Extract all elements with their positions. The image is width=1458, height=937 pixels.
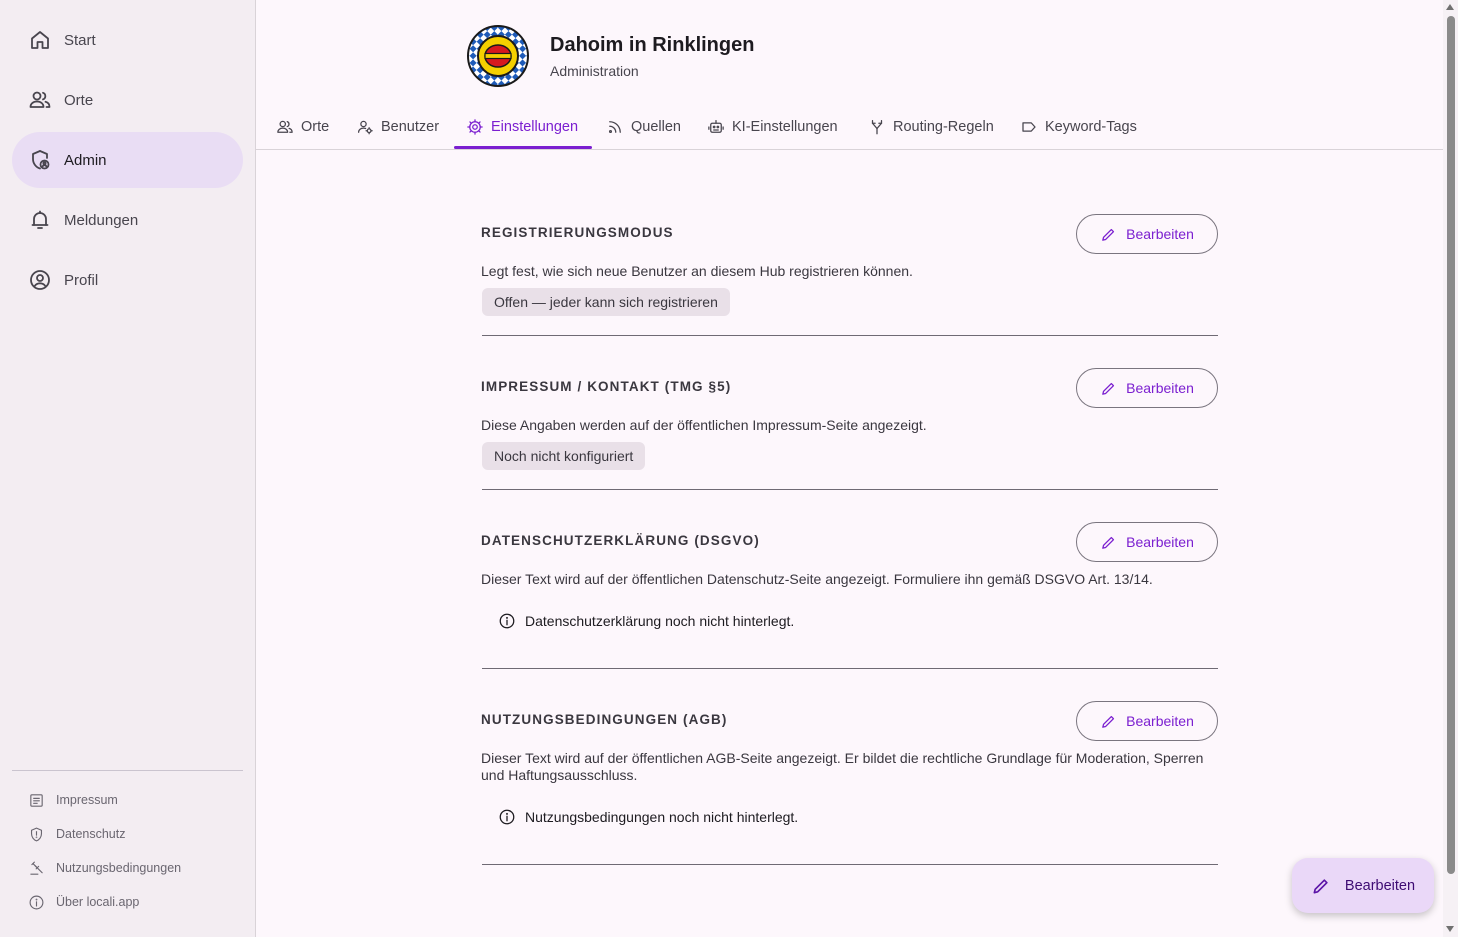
admin-tabs: Orte Benutzer Einstellungen Quellen KI-E…	[256, 104, 1444, 150]
section-nutzungsbedingungen-description: Dieser Text wird auf der öffentlichen AG…	[481, 750, 1204, 783]
edit-button-label: Bearbeiten	[1126, 380, 1194, 396]
shield-icon	[30, 827, 43, 841]
tab-benutzer-label: Benutzer	[381, 119, 440, 135]
gear-icon	[467, 119, 483, 135]
footer-nutzungsbedingungen-label: Nutzungsbedingungen	[56, 861, 182, 875]
robot-icon	[708, 119, 724, 133]
nutzungsbedingungen-info-text: Nutzungsbedingungen noch nicht hinterleg…	[525, 809, 799, 825]
edit-datenschutz-button[interactable]: Bearbeiten	[1076, 522, 1218, 562]
edit-nutzungsbedingungen-button[interactable]: Bearbeiten	[1076, 701, 1218, 741]
nav-profil-label: Profil	[64, 271, 99, 289]
registration-mode-chip: Offen — jeder kann sich registrieren	[482, 288, 730, 316]
pencil-icon	[1102, 536, 1115, 549]
user-manage-icon	[357, 120, 373, 135]
fab-label: Bearbeiten	[1344, 877, 1416, 894]
info-icon	[29, 895, 44, 909]
active-tab-indicator	[454, 146, 592, 149]
footer-impressum-label: Impressum	[56, 793, 118, 807]
people-icon	[29, 91, 51, 108]
nav-orte-label: Orte	[64, 91, 94, 109]
tag-icon	[1022, 122, 1036, 132]
scroll-down-arrow-icon[interactable]	[1446, 926, 1454, 932]
edit-impressum-button[interactable]: Bearbeiten	[1076, 368, 1218, 408]
edit-registrierungsmodus-button[interactable]: Bearbeiten	[1076, 214, 1218, 254]
nutzungsbedingungen-info: Nutzungsbedingungen noch nicht hinterleg…	[498, 808, 798, 826]
home-icon	[31, 31, 49, 49]
nav-admin[interactable]: Admin	[12, 132, 243, 188]
section-impressum-description: Diese Angaben werden auf der öffentliche…	[481, 417, 927, 433]
nav-admin-label: Admin	[64, 151, 107, 169]
hub-subtitle: Administration	[550, 63, 639, 79]
edit-button-label: Bearbeiten	[1126, 534, 1194, 550]
footer-link-impressum[interactable]: Impressum	[28, 790, 118, 810]
tab-benutzer[interactable]: Benutzer	[348, 104, 447, 150]
nav-start-label: Start	[64, 31, 96, 49]
rss-icon	[608, 121, 621, 134]
section-impressum-title: IMPRESSUM / KONTAKT (TMG §5)	[481, 379, 732, 394]
section-registrierungsmodus-description: Legt fest, wie sich neue Benutzer an die…	[481, 263, 913, 279]
pencil-icon	[1102, 715, 1115, 728]
floating-edit-button[interactable]: Bearbeiten	[1292, 858, 1434, 913]
footer-link-ueber[interactable]: Über locali.app	[28, 892, 139, 912]
sidebar-divider	[12, 770, 243, 771]
people-icon	[277, 120, 293, 133]
bell-icon	[31, 210, 49, 229]
section-datenschutz-title: DATENSCHUTZERKLÄRUNG (DSGVO)	[481, 533, 760, 548]
scrollbar[interactable]	[1443, 0, 1458, 937]
impressum-status-chip: Noch nicht konfiguriert	[482, 442, 646, 470]
section-divider	[482, 489, 1218, 490]
footer-link-nutzungsbedingungen[interactable]: Nutzungsbedingungen	[28, 858, 181, 878]
tab-einstellungen[interactable]: Einstellungen	[458, 104, 586, 150]
tab-quellen[interactable]: Quellen	[598, 104, 689, 150]
hub-title: Dahoim in Rinklingen	[550, 34, 755, 56]
tab-routing-regeln-label: Routing-Regeln	[893, 119, 994, 135]
info-icon	[499, 613, 515, 629]
nav-orte[interactable]: Orte	[12, 72, 243, 128]
section-divider	[482, 668, 1218, 669]
tab-ki-einstellungen-label: KI-Einstellungen	[732, 119, 838, 135]
edit-button-label: Bearbeiten	[1126, 226, 1194, 242]
pencil-icon	[1102, 228, 1115, 241]
tab-ki-einstellungen[interactable]: KI-Einstellungen	[699, 104, 846, 150]
datenschutz-info: Datenschutzerklärung noch nicht hinterle…	[498, 612, 794, 630]
pencil-icon	[1313, 878, 1328, 893]
admin-shield-icon	[32, 150, 50, 170]
article-icon	[30, 793, 43, 807]
pencil-icon	[1102, 382, 1115, 395]
gavel-icon	[30, 861, 43, 875]
sidebar: Start Orte Admin Meldungen Profil Impres…	[0, 0, 256, 937]
account-circle-icon	[30, 270, 50, 290]
section-datenschutz-description: Dieser Text wird auf der öffentlichen Da…	[481, 571, 1153, 587]
tab-routing-regeln[interactable]: Routing-Regeln	[860, 104, 1002, 150]
edit-button-label: Bearbeiten	[1126, 713, 1194, 729]
info-icon	[499, 809, 515, 825]
tab-einstellungen-label: Einstellungen	[491, 119, 579, 135]
footer-ueber-label: Über locali.app	[56, 895, 140, 909]
tab-keyword-tags-label: Keyword-Tags	[1045, 119, 1137, 135]
tab-orte-label: Orte	[301, 119, 330, 135]
scroll-up-arrow-icon[interactable]	[1446, 4, 1454, 10]
section-registrierungsmodus-title: REGISTRIERUNGSMODUS	[481, 225, 674, 240]
tab-quellen-label: Quellen	[631, 119, 681, 135]
nav-meldungen[interactable]: Meldungen	[12, 192, 243, 248]
tab-orte[interactable]: Orte	[268, 104, 337, 150]
nav-start[interactable]: Start	[12, 12, 243, 68]
datenschutz-info-text: Datenschutzerklärung noch nicht hinterle…	[525, 613, 795, 629]
fork-icon	[871, 119, 883, 135]
section-divider	[482, 864, 1218, 865]
nav-meldungen-label: Meldungen	[64, 211, 139, 229]
footer-datenschutz-label: Datenschutz	[56, 827, 126, 841]
section-divider	[482, 335, 1218, 336]
nav-profil[interactable]: Profil	[12, 252, 243, 308]
tab-keyword-tags[interactable]: Keyword-Tags	[1012, 104, 1145, 150]
hub-crest-logo	[467, 25, 529, 87]
section-nutzungsbedingungen-title: NUTZUNGSBEDINGUNGEN (AGB)	[481, 712, 728, 727]
scroll-thumb[interactable]	[1447, 16, 1455, 874]
footer-link-datenschutz[interactable]: Datenschutz	[28, 824, 125, 844]
